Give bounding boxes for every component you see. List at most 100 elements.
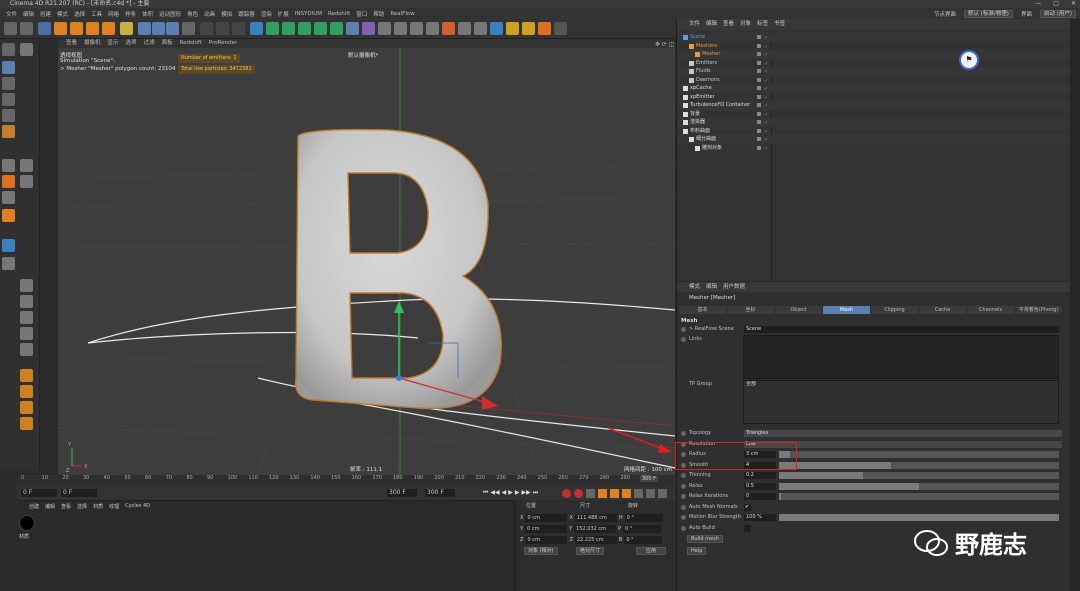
- render-settings-icon[interactable]: [232, 22, 245, 35]
- scale-icon[interactable]: [70, 22, 83, 35]
- visibility-icon[interactable]: [757, 94, 761, 99]
- material-swatch[interactable]: [19, 515, 35, 531]
- am-menu-item[interactable]: 模式: [689, 282, 700, 292]
- model-mode-icon[interactable]: [2, 61, 15, 74]
- viewport-menu-item[interactable]: 显示: [108, 39, 119, 48]
- playback-controls[interactable]: ⏮ ◀◀ ◀ ▶ ▶ ▶▶ ⏭: [483, 489, 538, 497]
- undo-icon[interactable]: [4, 22, 17, 35]
- coord-size-y[interactable]: 152.032 cm: [574, 524, 617, 533]
- material-menu-item[interactable]: 编辑: [45, 503, 55, 510]
- xparticles-icon[interactable]: [426, 22, 439, 35]
- viewport-menu-item[interactable]: 过滤: [144, 39, 155, 48]
- attr-tab[interactable]: 坐标: [727, 306, 775, 314]
- object-row[interactable]: Mesher ✓: [677, 50, 1071, 59]
- material-menu-item[interactable]: 创建: [29, 503, 39, 510]
- qr-icon[interactable]: [490, 22, 503, 35]
- checker4-icon[interactable]: [20, 295, 33, 308]
- menu-item[interactable]: 编辑: [23, 10, 34, 18]
- snap-settings-icon[interactable]: [2, 175, 15, 188]
- grid-icon[interactable]: [394, 22, 407, 35]
- end-frame-field-2[interactable]: 300 F: [425, 489, 455, 497]
- param-checkbox[interactable]: ✔: [744, 503, 751, 511]
- coord-size-z[interactable]: 22.225 cm: [574, 535, 617, 544]
- menu-item[interactable]: 帮助: [373, 10, 384, 18]
- param-field[interactable]: 0.5: [744, 482, 776, 490]
- checker3-icon[interactable]: [20, 279, 33, 292]
- realflow-icon[interactable]: [506, 22, 519, 35]
- object-row[interactable]: 细分曲面 ✓: [677, 135, 1071, 144]
- key-controls[interactable]: [562, 489, 667, 498]
- checker2-icon[interactable]: [20, 175, 33, 188]
- om-menu-item[interactable]: 查看: [723, 19, 734, 30]
- camera-icon[interactable]: [362, 22, 375, 35]
- coord-rot-h[interactable]: 0 °: [624, 513, 663, 522]
- object-row[interactable]: TurbulenceFD Container ✓: [677, 101, 1071, 110]
- pen-icon[interactable]: [266, 22, 279, 35]
- build-mesh-button[interactable]: Build mesh: [687, 535, 723, 543]
- menu-item[interactable]: 窗口: [356, 10, 367, 18]
- object-row[interactable]: Emitters ✓: [677, 59, 1071, 68]
- viewport-solo-icon[interactable]: [2, 239, 15, 252]
- material-menu-item[interactable]: Cycles 4D: [125, 503, 150, 510]
- mode-icon[interactable]: [2, 43, 15, 56]
- param-dot-icon[interactable]: [681, 504, 686, 510]
- viewport-menu-item[interactable]: 摄像机: [84, 39, 101, 48]
- snap-icon[interactable]: [2, 159, 15, 172]
- menu-item[interactable]: 模拟: [221, 10, 232, 18]
- enable-check-icon[interactable]: ✓: [764, 145, 768, 154]
- menu-item[interactable]: 模式: [57, 10, 68, 18]
- subdivision-icon[interactable]: [282, 22, 295, 35]
- texture-mode-icon[interactable]: [2, 77, 15, 90]
- viewport-scene[interactable]: Y X Z: [58, 48, 675, 475]
- attr-tab[interactable]: Clipping: [871, 306, 919, 314]
- y-axis-icon[interactable]: [152, 22, 165, 35]
- floor-icon[interactable]: [346, 22, 359, 35]
- tp-group-list[interactable]: [743, 380, 1059, 424]
- viewport-menu-item[interactable]: 查看: [66, 39, 77, 48]
- realflow-scene-field[interactable]: Scene: [744, 326, 1059, 333]
- menu-item[interactable]: 网格: [108, 10, 119, 18]
- material-menu-item[interactable]: 材质: [93, 503, 103, 510]
- field-icon[interactable]: [330, 22, 343, 35]
- visibility-icon[interactable]: [757, 145, 761, 150]
- om-menu-item[interactable]: 标签: [757, 19, 768, 30]
- right-scrollbar[interactable]: [1070, 19, 1080, 591]
- param-dropdown[interactable]: Triangles: [744, 430, 1062, 437]
- visibility-icon[interactable]: [757, 52, 761, 56]
- magnet-icon[interactable]: [20, 369, 33, 382]
- viewport-nav-icons[interactable]: ✥ ⟳ ◫: [655, 41, 675, 48]
- relax-icon[interactable]: [20, 401, 33, 414]
- param-dot-icon[interactable]: [681, 494, 686, 499]
- om-menu-item[interactable]: 编辑: [706, 19, 717, 30]
- param-dot-icon[interactable]: [681, 483, 686, 489]
- polygon-mode-icon[interactable]: [2, 125, 15, 138]
- object-row[interactable]: 布料曲面 ✓: [677, 127, 1071, 136]
- coord-pos-z[interactable]: 0 cm: [525, 535, 568, 544]
- apply-button[interactable]: 应用: [636, 547, 666, 555]
- material-menu-item[interactable]: 查看: [61, 503, 71, 510]
- viewport-3d[interactable]: 查看 摄像机 显示 选项 过滤 面板 Redshift ProRender Y …: [58, 39, 675, 475]
- coord-pos-x[interactable]: 0 cm: [525, 513, 568, 522]
- coord-rot-p[interactable]: 0 °: [623, 524, 662, 533]
- attr-tab[interactable]: Cache: [919, 306, 967, 314]
- menu-item[interactable]: INSYDIUM: [295, 11, 322, 17]
- interface-dropdown[interactable]: 启动 (用户): [1039, 9, 1076, 18]
- attr-tab[interactable]: 基本: [679, 306, 727, 314]
- param-field[interactable]: 100 %: [744, 514, 776, 521]
- param-field[interactable]: 0.2: [744, 472, 776, 479]
- visibility-icon[interactable]: [757, 35, 761, 39]
- sketch-icon[interactable]: [410, 22, 423, 35]
- visibility-icon[interactable]: [757, 69, 761, 73]
- menu-item[interactable]: 动画: [204, 10, 215, 18]
- coord-size-mode-dropdown[interactable]: 绝对尺寸: [576, 547, 605, 555]
- visibility-icon[interactable]: [757, 43, 761, 48]
- add-icon[interactable]: [120, 22, 133, 35]
- light-icon[interactable]: [378, 22, 391, 35]
- render-picture-viewer-icon[interactable]: [216, 22, 229, 35]
- object-row[interactable]: Daemons ✓: [677, 76, 1071, 85]
- menu-item[interactable]: 渲染: [261, 10, 272, 18]
- end-frame-field[interactable]: 300 F: [387, 489, 417, 497]
- menu-item[interactable]: 工具: [91, 10, 102, 18]
- om-menu-item[interactable]: 文件: [689, 19, 700, 30]
- attr-tab[interactable]: Object: [775, 306, 823, 314]
